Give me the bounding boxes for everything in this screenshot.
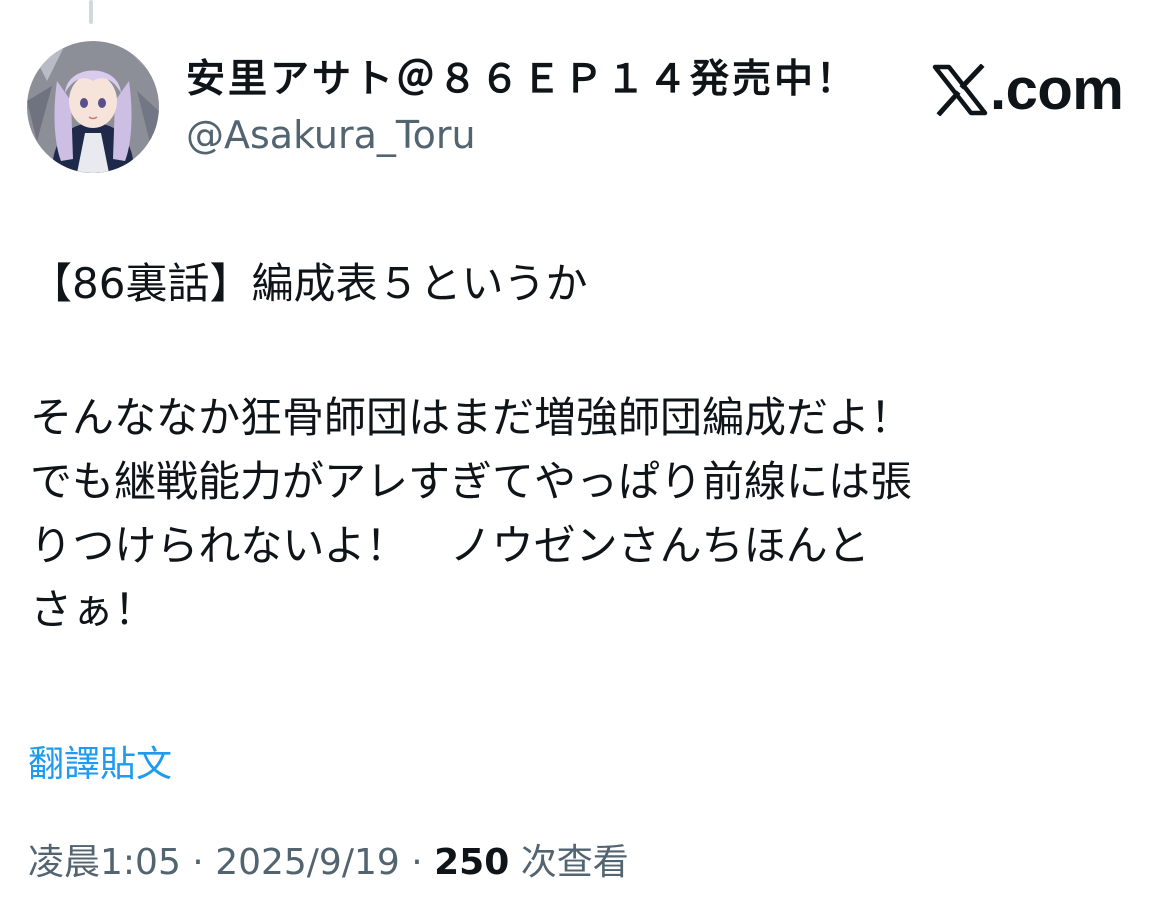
tweet-line: さぁ！ bbox=[30, 585, 157, 634]
author-handle[interactable]: @Asakura_Toru bbox=[186, 110, 476, 160]
avatar[interactable] bbox=[27, 41, 159, 173]
post-date[interactable]: 2025/9/19 bbox=[215, 842, 400, 883]
views-count[interactable]: 250 bbox=[434, 842, 509, 883]
thread-connector-line bbox=[89, 0, 93, 24]
tweet-line: 【86裏話】編成表５というか bbox=[30, 259, 588, 308]
meta-separator: · bbox=[180, 842, 216, 883]
translate-post-link[interactable]: 翻譯貼文 bbox=[28, 740, 172, 790]
x-logo-icon bbox=[932, 64, 988, 116]
x-com-watermark: .com bbox=[932, 57, 1124, 122]
tweet-line: そんななか狂骨師団はまだ増強師団編成だよ！ bbox=[30, 393, 913, 442]
author-display-name[interactable]: 安里アサト＠８６ＥＰ１４発売中！ bbox=[186, 54, 858, 106]
meta-separator: · bbox=[399, 842, 435, 883]
tweet-line: りつけられないよ！ ノウゼンさんちほんと bbox=[30, 521, 870, 570]
anime-girl-avatar-icon bbox=[27, 41, 159, 173]
tweet-metadata: 凌晨1:05 · 2025/9/19 · 250 次查看 bbox=[28, 838, 629, 888]
tweet-text: 【86裏話】編成表５というか そんななか狂骨師団はまだ増強師団編成だよ！ でも継… bbox=[30, 252, 1150, 642]
x-com-label: .com bbox=[990, 57, 1124, 122]
tweet-line: でも継戦能力がアレすぎてやっぱり前線には張 bbox=[30, 457, 913, 506]
post-time[interactable]: 凌晨1:05 bbox=[28, 842, 181, 883]
views-label: 次查看 bbox=[509, 842, 629, 883]
